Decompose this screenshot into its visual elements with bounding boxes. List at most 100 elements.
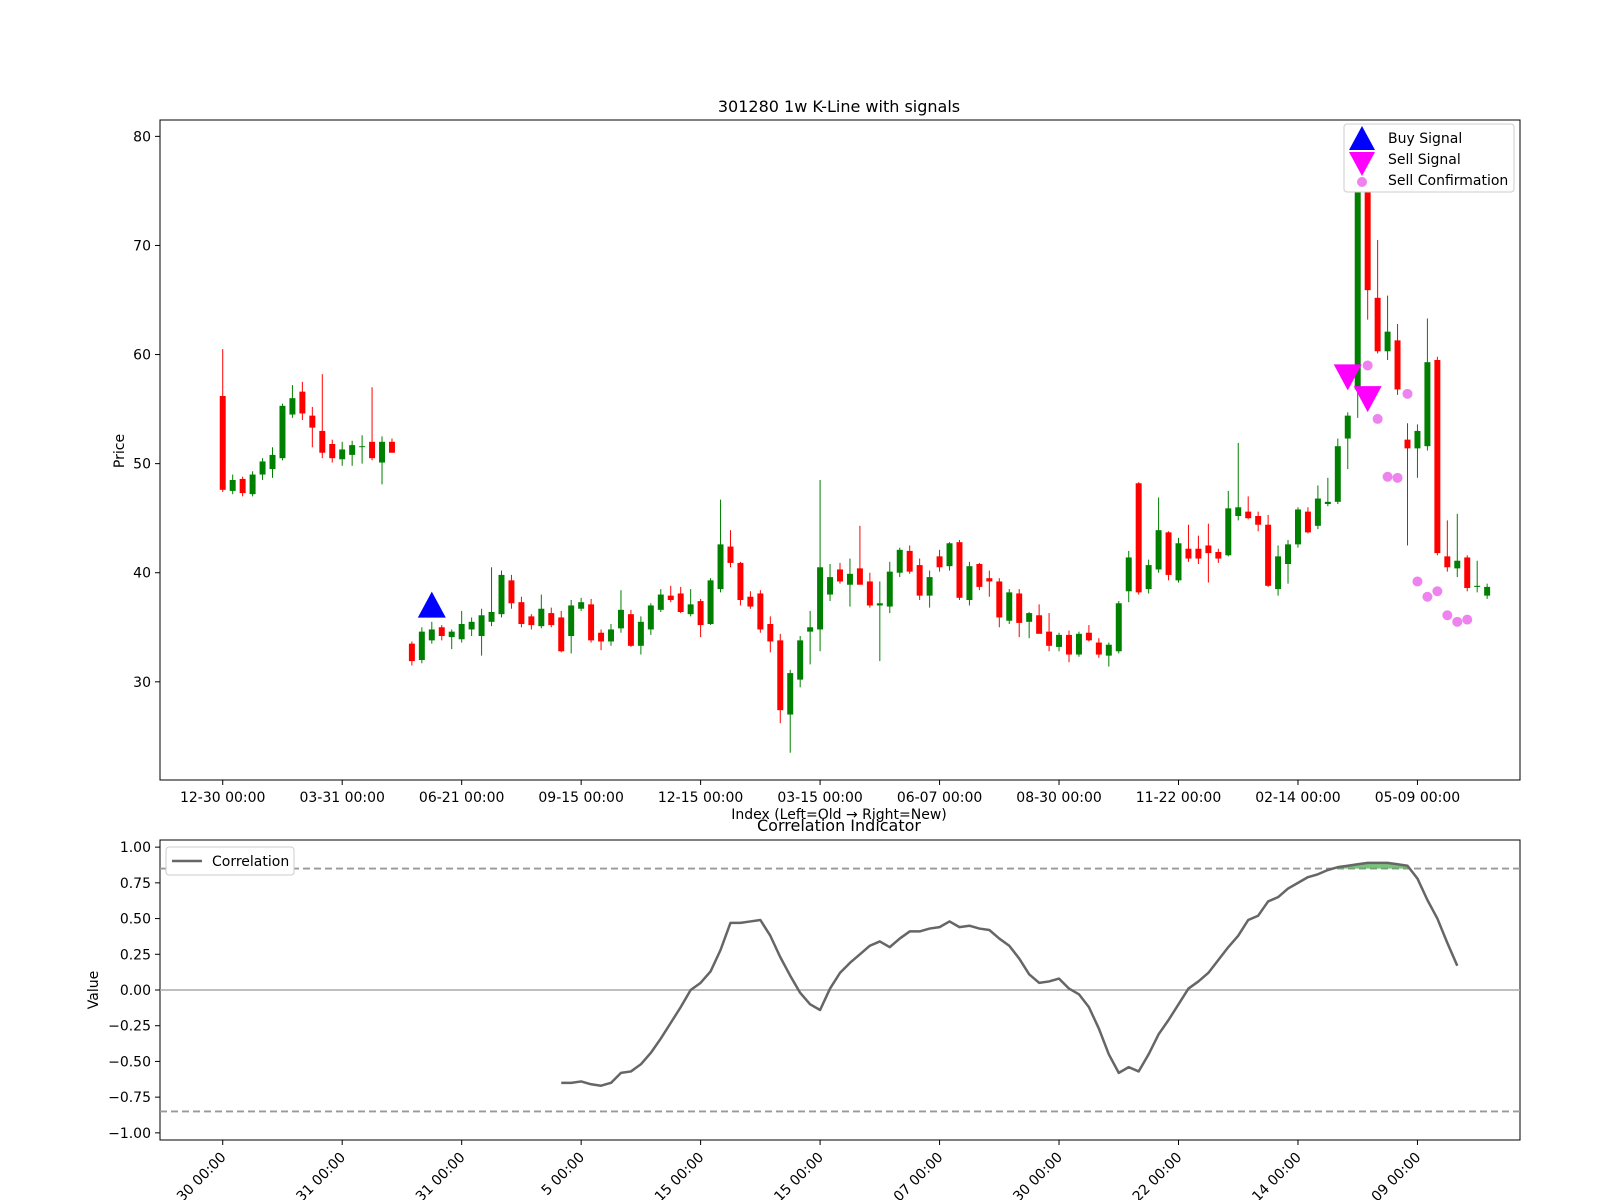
candle-body [1066,634,1072,655]
candle-body [229,480,236,491]
candle [249,471,256,497]
candle-body [1304,511,1311,533]
candle [1434,356,1441,556]
candle [896,547,903,578]
candle-body [946,543,953,567]
candle-body [747,596,754,607]
candle-body [837,569,843,582]
candle-body [1414,430,1421,449]
legend-buy-signal: Buy Signal [1388,131,1462,147]
candle [707,578,714,626]
candle-body [438,627,445,636]
candle-body [269,454,276,470]
candle-body [986,578,993,582]
candle-body [1255,516,1262,525]
candle [956,540,963,600]
candle-body [1036,615,1043,634]
candle-body [1265,524,1272,586]
candle-body [598,632,605,642]
candle-body [956,542,963,598]
candle-body [1344,415,1351,439]
candle-body [797,640,804,680]
candle-body [1225,508,1232,556]
candle-body [608,629,614,642]
y-tick-label: 0.25 [120,947,151,963]
candle-body [1046,631,1053,646]
candle-body [388,441,395,453]
candle-body [717,544,724,590]
x-tick-label: 14 00:00 [1249,1150,1305,1200]
x-tick-label: 12-15 00:00 [658,790,743,806]
candle-body [1205,545,1212,554]
candle-body [448,631,455,638]
sell-confirmation-marker [1402,388,1413,399]
candle-body [219,396,226,490]
candle [1165,531,1172,581]
candle-body [279,405,286,459]
x-tick-label: 12-30 00:00 [180,790,265,806]
candle-body [428,629,435,641]
sell-confirmation-legend-marker [1357,177,1367,187]
correlation-y-axis-label: Value [86,971,102,1009]
candle-body [458,624,465,640]
candle-body [1125,557,1132,592]
candle-body [498,574,505,615]
candle [966,561,973,606]
candle-body [369,441,376,459]
kline-panel: 301280 1w K-Line with signals 30 40 50 60 70… [112,97,1521,823]
candle-body [637,621,644,646]
kline-legend: Buy Signal Sell Signal Sell Confirmation [1343,123,1515,193]
candle-body [1324,501,1331,504]
candle-body [827,577,834,595]
kline-plot-area [159,119,1521,781]
sell-confirmation-marker [1452,616,1463,627]
candle-body [558,617,565,652]
y-tick-label: 0.75 [120,876,151,892]
candle [737,561,744,606]
candle-body [339,449,346,460]
x-tick-label: 31 00:00 [293,1150,349,1200]
candle-body [767,624,774,642]
y-tick-label: 40 [133,566,151,582]
candle-body [1215,552,1222,559]
x-tick-label: 09 00:00 [1369,1150,1425,1200]
candle-body [966,566,973,600]
candle-body [568,605,575,636]
candle-body [667,595,674,600]
candle-body [1075,633,1082,655]
y-tick-label: −0.75 [108,1090,151,1106]
candle-body [299,391,306,414]
candle-body [538,608,545,627]
candle-body [578,602,585,609]
y-tick-label: −0.25 [108,1019,151,1035]
correlation-title: Correlation Indicator [757,816,921,835]
x-tick-label: 11-22 00:00 [1136,790,1221,806]
kline-y-axis: 30 40 50 60 70 80 [133,129,160,691]
x-tick-label: 06-21 00:00 [419,790,504,806]
candle-body [418,631,425,660]
candle-body [1245,511,1252,519]
candle-body [1135,483,1142,593]
candle-body [1314,498,1321,526]
candle-body [926,577,933,596]
candle [1294,507,1301,548]
candle-body [588,604,595,641]
candle-body [548,613,555,626]
sell-confirmation-marker [1362,360,1373,371]
correlation-x-axis: 30 00:00 31 00:00 31 00:00 5 00:00 15 00:00 1… [174,1140,1424,1200]
candle [1135,482,1142,595]
candle-body [856,568,863,585]
candle-body [1334,446,1341,502]
candle-body [657,594,664,610]
x-tick-label: 06-07 00:00 [897,790,982,806]
candle-body [1016,593,1023,623]
y-tick-label: 0.50 [120,912,151,928]
x-tick-label: 03-15 00:00 [777,790,862,806]
y-tick-label: −1.00 [108,1126,151,1142]
candle-body [707,580,714,624]
candle [1115,601,1122,654]
y-tick-label: 50 [133,457,151,473]
candle-body [687,604,694,615]
candle-body [886,571,893,607]
candle-body [1235,507,1242,516]
